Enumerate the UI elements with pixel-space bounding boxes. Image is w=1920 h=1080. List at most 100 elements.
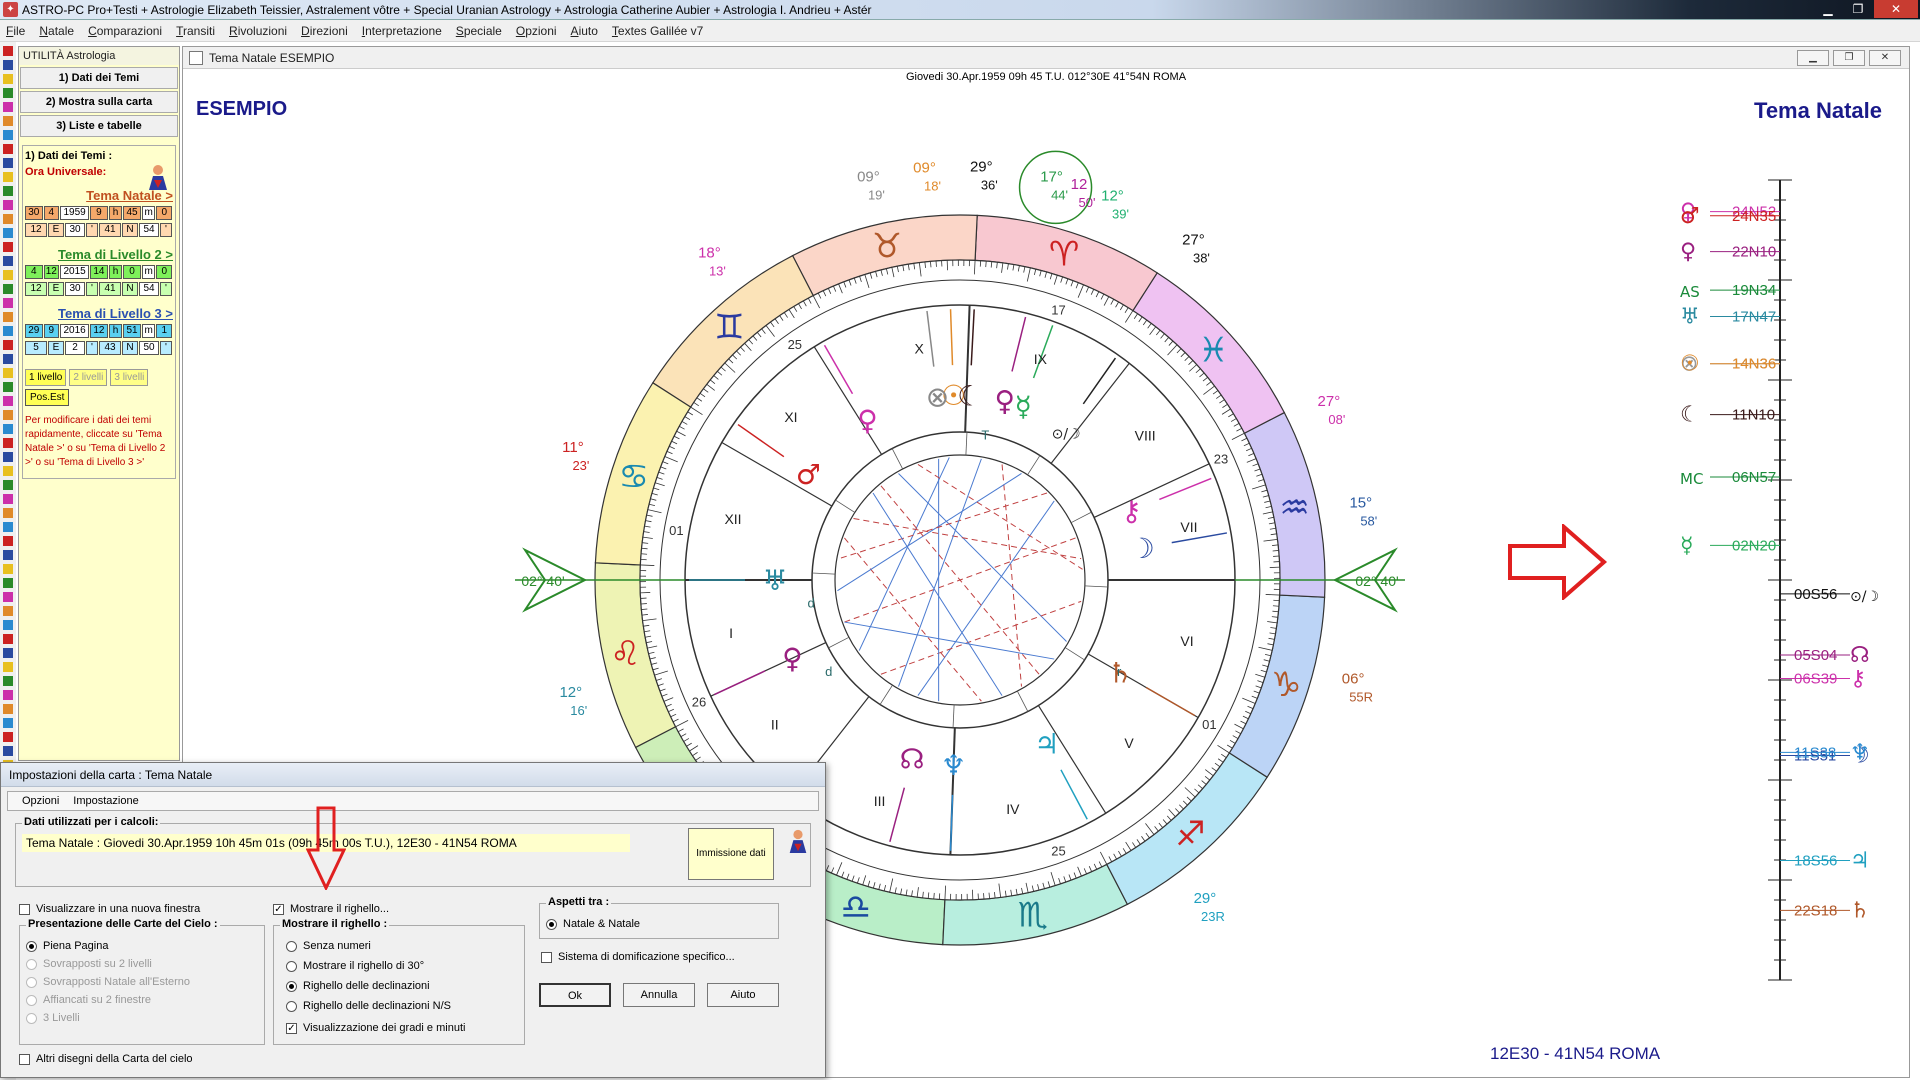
menu-aiuto[interactable]: Aiuto — [571, 24, 598, 38]
data-cell[interactable]: h — [108, 265, 123, 279]
color-swatch[interactable] — [3, 494, 13, 504]
color-swatch[interactable] — [3, 452, 13, 462]
color-swatch[interactable] — [3, 550, 13, 560]
color-swatch[interactable] — [3, 648, 13, 658]
data-cell[interactable]: 41 — [99, 282, 121, 296]
data-cell[interactable]: 14 — [90, 265, 108, 279]
color-swatch[interactable] — [3, 424, 13, 434]
data-cell[interactable]: 54 — [139, 282, 159, 296]
data-cell[interactable]: 29 — [25, 324, 43, 338]
color-swatch[interactable] — [3, 564, 13, 574]
affiancati-radio[interactable]: Affiancati su 2 finestre — [26, 994, 151, 1006]
color-swatch[interactable] — [3, 704, 13, 714]
color-swatch[interactable] — [3, 690, 13, 700]
color-swatch[interactable] — [3, 382, 13, 392]
sovrapposti-esterno-radio[interactable]: Sovrapposti Natale all'Esterno — [26, 976, 190, 988]
color-swatch[interactable] — [3, 200, 13, 210]
tre-livelli-radio[interactable]: 3 Livelli — [26, 1012, 80, 1024]
color-swatch[interactable] — [3, 340, 13, 350]
gradi-minuti-checkbox[interactable]: ✓ Visualizzazione dei gradi e minuti — [286, 1022, 465, 1034]
color-swatch[interactable] — [3, 60, 13, 70]
color-swatch[interactable] — [3, 102, 13, 112]
menu-file[interactable]: File — [6, 24, 25, 38]
dati-dei-temi-button[interactable]: 1) Dati dei Temi — [20, 67, 178, 89]
annulla-button[interactable]: Annulla — [623, 983, 695, 1007]
data-cell[interactable]: ' — [160, 282, 172, 296]
data-cell[interactable]: 9 — [90, 206, 108, 220]
righello-declinazioni-radio[interactable]: Righello delle declinazioni — [286, 980, 430, 992]
data-cell[interactable]: N — [122, 282, 138, 296]
data-cell[interactable]: ' — [160, 341, 172, 355]
show-ruler-checkbox[interactable]: ✓ Mostrare il righello... — [273, 903, 389, 915]
data-cell[interactable]: 0 — [123, 265, 141, 279]
color-swatch[interactable] — [3, 746, 13, 756]
menu-opzioni[interactable]: Opzioni — [516, 24, 557, 38]
menu-rivoluzioni[interactable]: Rivoluzioni — [229, 24, 287, 38]
data-cell[interactable]: 43 — [99, 341, 121, 355]
dialog-menu-impostazione[interactable]: Impostazione — [73, 795, 138, 807]
menu-direzioni[interactable]: Direzioni — [301, 24, 348, 38]
color-swatch[interactable] — [3, 326, 13, 336]
close-icon[interactable]: ✕ — [1869, 50, 1901, 66]
piena-pagina-radio[interactable]: Piena Pagina — [26, 940, 108, 952]
color-swatch[interactable] — [3, 676, 13, 686]
close-icon[interactable]: ✕ — [1874, 0, 1918, 18]
data-cell[interactable]: 30 — [65, 282, 85, 296]
mostra-sulla-carta-button[interactable]: 2) Mostra sulla carta — [20, 91, 178, 113]
color-swatch[interactable] — [3, 662, 13, 672]
data-cell[interactable]: h — [108, 206, 123, 220]
data-cell[interactable]: 9 — [43, 324, 60, 338]
menu-natale[interactable]: Natale — [39, 24, 74, 38]
color-swatch[interactable] — [3, 410, 13, 420]
color-swatch[interactable] — [3, 578, 13, 588]
color-swatch[interactable] — [3, 256, 13, 266]
data-cell[interactable]: E — [48, 282, 64, 296]
data-cell[interactable]: 4 — [43, 206, 60, 220]
data-cell[interactable]: 2015 — [60, 265, 90, 279]
aiuto-button[interactable]: Aiuto — [707, 983, 779, 1007]
new-window-checkbox[interactable]: Visualizzare in una nuova finestra — [19, 903, 200, 915]
color-swatch[interactable] — [3, 214, 13, 224]
color-swatch[interactable] — [3, 480, 13, 490]
color-swatch[interactable] — [3, 270, 13, 280]
data-cell[interactable]: m — [141, 206, 156, 220]
color-swatch[interactable] — [3, 732, 13, 742]
restore-icon[interactable]: ❐ — [1833, 50, 1865, 66]
color-swatch[interactable] — [3, 368, 13, 378]
data-cell[interactable]: 45 — [123, 206, 141, 220]
menu-comparazioni[interactable]: Comparazioni — [88, 24, 162, 38]
data-cell[interactable]: 30 — [65, 223, 85, 237]
menu-transiti[interactable]: Transiti — [176, 24, 215, 38]
data-cell[interactable]: 50 — [139, 341, 159, 355]
minimize-icon[interactable]: ▁ — [1814, 0, 1842, 18]
color-swatch[interactable] — [3, 186, 13, 196]
color-swatch[interactable] — [3, 522, 13, 532]
data-cell[interactable]: 41 — [99, 223, 121, 237]
senza-numeri-radio[interactable]: Senza numeri — [286, 940, 371, 952]
one-level-button[interactable]: 1 livello — [25, 369, 67, 386]
menu-speciale[interactable]: Speciale — [456, 24, 502, 38]
data-cell[interactable]: 2016 — [60, 324, 90, 338]
data-cell[interactable]: 5 — [25, 341, 47, 355]
two-levels-button[interactable]: 2 livelli — [69, 369, 108, 386]
checkbox[interactable] — [19, 903, 30, 915]
color-swatch[interactable] — [3, 438, 13, 448]
tema-livello-3-link[interactable]: Tema di Livello 3 > — [25, 306, 173, 321]
color-swatch[interactable] — [3, 74, 13, 84]
data-cell[interactable]: 12 — [90, 324, 108, 338]
color-swatch[interactable] — [3, 242, 13, 252]
color-swatch[interactable] — [3, 718, 13, 728]
data-cell[interactable]: 12 — [25, 282, 47, 296]
immissione-dati-button[interactable]: Immissione dati — [688, 828, 774, 880]
sovrapposti-2-radio[interactable]: Sovrapposti su 2 livelli — [26, 958, 152, 970]
menu-interpretazione[interactable]: Interpretazione — [362, 24, 442, 38]
color-swatch[interactable] — [3, 620, 13, 630]
color-swatch[interactable] — [3, 606, 13, 616]
color-swatch[interactable] — [3, 298, 13, 308]
color-swatch[interactable] — [3, 46, 13, 56]
color-swatch[interactable] — [3, 508, 13, 518]
natale-natale-radio[interactable]: Natale & Natale — [546, 918, 640, 930]
liste-tabelle-button[interactable]: 3) Liste e tabelle — [20, 115, 178, 137]
maximize-icon[interactable]: ❐ — [1844, 0, 1872, 18]
color-swatch[interactable] — [3, 144, 13, 154]
